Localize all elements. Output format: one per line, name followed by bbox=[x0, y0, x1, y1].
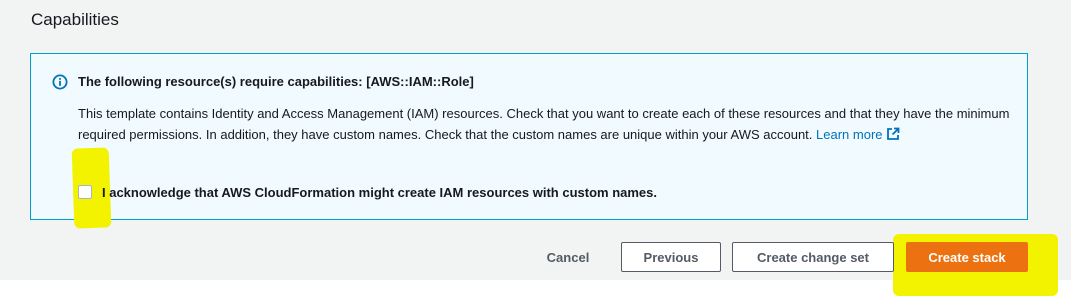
cancel-button[interactable]: Cancel bbox=[528, 242, 608, 272]
create-change-set-button[interactable]: Create change set bbox=[732, 242, 894, 272]
section-title: Capabilities bbox=[31, 10, 119, 29]
acknowledge-row: I acknowledge that AWS CloudFormation mi… bbox=[78, 183, 657, 201]
external-link-icon bbox=[886, 127, 900, 148]
acknowledge-checkbox[interactable] bbox=[78, 185, 92, 199]
create-stack-button[interactable]: Create stack bbox=[906, 242, 1028, 272]
learn-more-link[interactable]: Learn more bbox=[816, 127, 899, 142]
previous-button[interactable]: Previous bbox=[621, 242, 721, 272]
alert-header: The following resource(s) require capabi… bbox=[78, 74, 474, 89]
alert-body: This template contains Identity and Acce… bbox=[78, 104, 1018, 147]
acknowledge-label[interactable]: I acknowledge that AWS CloudFormation mi… bbox=[102, 185, 657, 200]
info-icon bbox=[52, 74, 68, 90]
learn-more-label: Learn more bbox=[816, 126, 883, 142]
capabilities-alert: The following resource(s) require capabi… bbox=[30, 53, 1028, 220]
